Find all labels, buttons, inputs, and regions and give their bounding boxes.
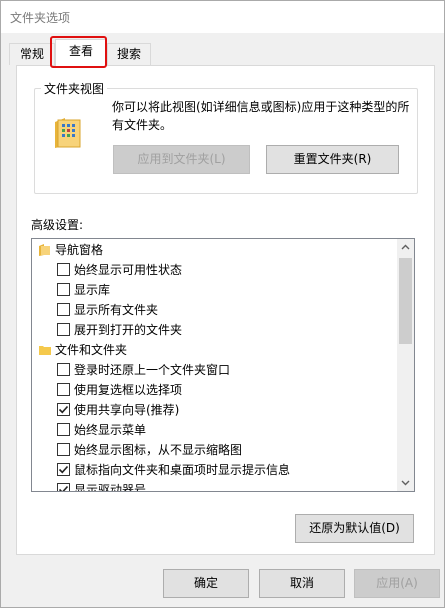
scroll-up-icon[interactable] [397,239,414,256]
option-label: 始终显示图标，从不显示缩略图 [74,443,243,457]
ok-button[interactable]: 确定 [163,569,249,598]
option-label: 始终显示可用性状态 [74,263,183,277]
category-label: 文件和文件夹 [55,343,128,357]
checkbox[interactable] [57,363,70,376]
window-title: 文件夹选项 [10,11,71,25]
apply-button[interactable]: 应用(A) [354,569,440,598]
checkbox[interactable] [57,443,70,456]
scroll-down-icon[interactable] [397,474,414,491]
option-label: 显示库 [74,283,111,297]
vertical-scrollbar[interactable] [397,239,414,491]
folder-options-dialog: 文件夹选项 常规 查看 搜索 文件夹视图 你可以将此视图(如详细信息或图标)应用… [0,0,445,608]
checkbox[interactable] [57,423,70,436]
checkbox[interactable] [57,303,70,316]
checkbox[interactable] [57,383,70,396]
tab-general[interactable]: 常规 [9,43,55,65]
checkbox[interactable] [57,263,70,276]
advanced-settings-label: 高级设置: [31,218,84,232]
title-bar[interactable]: 文件夹选项 [1,1,444,33]
navigation-pane-icon [38,243,52,263]
option-label: 登录时还原上一个文件夹窗口 [74,363,231,377]
tab-view-label: 查看 [68,44,93,58]
cancel-button[interactable]: 取消 [259,569,345,598]
option-label: 显示驱动器号 [74,483,147,492]
folder-view-icon [53,116,83,150]
apply-to-folders-button[interactable]: 应用到文件夹(L) [113,145,250,174]
restore-defaults-button[interactable]: 还原为默认值(D) [295,514,414,543]
scrollbar-thumb[interactable] [399,258,412,344]
tab-general-label: 常规 [19,47,44,61]
option-label: 展开到打开的文件夹 [74,323,183,337]
folder-views-description: 你可以将此视图(如详细信息或图标)应用于这种类型的所有文件夹。 [112,100,410,132]
checkbox-checked[interactable] [57,463,70,476]
option-label: 显示所有文件夹 [74,303,159,317]
tab-view[interactable]: 查看 [55,39,107,66]
checkbox[interactable] [57,323,70,336]
tab-search[interactable]: 搜索 [107,43,151,65]
option-label: 始终显示菜单 [74,423,147,437]
advanced-settings-list[interactable]: 导航窗格 始终显示可用性状态 显示库 显示所有文件夹 展开到打开的文件夹 文件和… [31,238,415,492]
reset-folders-button[interactable]: 重置文件夹(R) [266,145,399,174]
option-label: 使用共享向导(推荐) [74,403,180,417]
view-tab-panel: 文件夹视图 你可以将此视图(如详细信息或图标)应用于这种类型的所有文件夹。 应用… [16,65,435,555]
folder-icon [38,343,52,363]
checkbox-checked[interactable] [57,403,70,416]
option-label: 鼠标指向文件夹和桌面项时显示提示信息 [74,463,291,477]
checkbox[interactable] [57,283,70,296]
category-label: 导航窗格 [55,243,104,257]
tab-search-label: 搜索 [116,47,141,61]
checkbox-checked[interactable] [57,483,70,491]
folder-views-group: 文件夹视图 你可以将此视图(如详细信息或图标)应用于这种类型的所有文件夹。 应用… [34,80,418,194]
option-label: 使用复选框以选择项 [74,383,183,397]
folder-views-title: 文件夹视图 [41,80,108,97]
